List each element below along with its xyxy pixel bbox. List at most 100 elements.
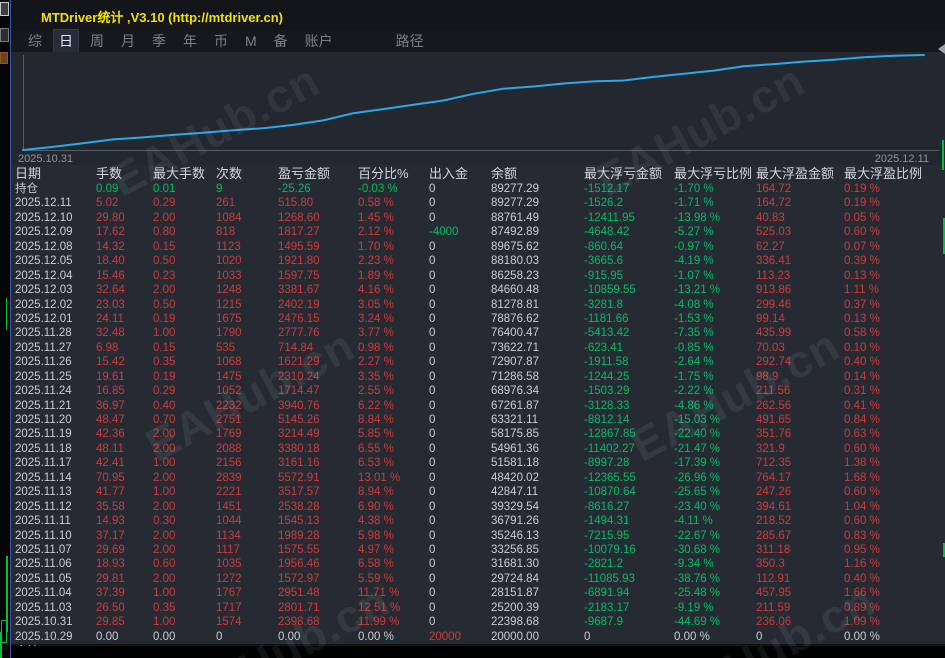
table-row[interactable]: 2025.12.08 14.32 0.15 1123 1495.59 1.70 % 0 896… xyxy=(11,240,945,254)
table-row[interactable]: 2025.11.11 14.93 0.30 1044 1545.13 4.38 % 0 367… xyxy=(11,514,945,528)
table-cell: 1574 xyxy=(216,616,242,629)
table-row[interactable]: 2025.12.11 5.02 0.29 261 515.80 0.58 % 0 89277.… xyxy=(11,196,945,210)
table-cell: 112.91 xyxy=(756,572,791,585)
table-cell: 2025.11.14 xyxy=(15,471,72,484)
table-cell: 78876.62 xyxy=(491,312,539,325)
table-cell: 2025.12.04 xyxy=(15,269,73,282)
table-cell: 1272 xyxy=(216,572,242,585)
table-cell: 2777.76 xyxy=(278,327,320,340)
table-row[interactable]: 2025.12.05 18.40 0.50 1020 1921.80 2.23 % 0 881… xyxy=(11,254,945,268)
table-row[interactable]: 2025.11.28 32.48 1.00 1790 2777.76 3.77 % 0 764… xyxy=(11,326,945,340)
table-row[interactable]: 持仓 0.09 0.01 9 -25.26 -0.03 % 0 89277.29 -1512.1… xyxy=(11,182,945,196)
table-cell: 0.15 xyxy=(153,240,176,253)
table-row[interactable]: 2025.11.25 19.61 0.19 1475 2310.24 3.35 % 0 712… xyxy=(11,370,945,384)
table-cell: 457.95 xyxy=(756,587,792,600)
menu-item-m[interactable]: M xyxy=(240,32,262,50)
table-cell: -22.40 % xyxy=(674,428,721,441)
table-cell: 1123 xyxy=(216,240,241,253)
table-cell: 0.19 xyxy=(153,370,176,383)
table-cell: 37.17 xyxy=(96,529,125,542)
table-row[interactable]: 2025.11.21 36.97 0.40 2232 3940.76 6.22 % 0 672… xyxy=(11,399,945,413)
table-cell: -1.70 % xyxy=(674,183,714,195)
menu-item-zong[interactable]: 综 xyxy=(23,30,47,52)
table-row[interactable]: 2025.11.06 18.93 0.60 1035 1956.46 6.58 % 0 316… xyxy=(11,557,945,571)
table-cell: -1.75 % xyxy=(674,370,714,383)
table-row[interactable]: 2025.11.26 15.42 0.35 1068 1621.29 2.27 % 0 729… xyxy=(11,355,945,369)
table-cell: -4.19 % xyxy=(674,255,714,268)
table-cell: 1545.13 xyxy=(278,515,320,528)
table-row[interactable]: 2025.12.10 29.80 2.00 1084 1268.60 1.45 % 0 887… xyxy=(11,211,945,225)
collapse-arrow-icon[interactable] xyxy=(938,44,945,54)
table-row[interactable]: 2025.11.12 35.58 2.00 1451 2538.28 6.90 % 0 393… xyxy=(11,500,945,514)
menu-item-yue[interactable]: 月 xyxy=(116,30,140,52)
table-cell: 1.45 % xyxy=(358,211,394,224)
table-row[interactable]: 2025.11.03 26.50 0.35 1717 2801.71 12.51 % 0 25… xyxy=(11,601,945,615)
menu-item-zhanghu[interactable]: 账户 xyxy=(300,30,338,52)
table-cell: 2310.24 xyxy=(278,370,320,383)
table-row[interactable]: 2025.11.20 48.47 0.70 2751 5145.26 8.84 % 0 633… xyxy=(11,413,945,427)
table-cell: 0 xyxy=(429,183,436,195)
table-cell: 5.02 xyxy=(96,197,119,210)
background-terminal-strip xyxy=(0,0,10,658)
table-row[interactable]: 2025.11.07 29.69 2.00 1117 1575.55 4.97 % 0 332… xyxy=(11,543,945,557)
menu-item-ji[interactable]: 季 xyxy=(147,30,171,52)
table-cell: -1911.58 xyxy=(584,356,629,369)
table-row[interactable]: 2025.12.02 23.03 0.50 1215 2402.19 3.05 % 0 812… xyxy=(11,298,945,312)
table-cell: 0.15 xyxy=(153,341,176,354)
table-row[interactable]: 2025.11.05 29.81 2.00 1272 1572.97 5.59 % 0 297… xyxy=(11,572,945,586)
table-cell: 最大浮盈比例 xyxy=(844,166,923,181)
table-cell: 1.09 % xyxy=(844,616,880,629)
table-cell: 5572.91 xyxy=(278,471,320,484)
table-cell: 2025.12.03 xyxy=(15,284,73,297)
table-cell: 88761.49 xyxy=(491,211,539,224)
table-row[interactable]: 2025.11.19 42.36 2.00 1769 3214.49 5.85 % 0 581… xyxy=(11,427,945,441)
table-row[interactable]: 2025.12.09 17.62 0.80 818 1817.27 2.12 % -4000… xyxy=(11,225,945,239)
table-cell: 98.9 xyxy=(756,370,779,383)
table-cell: -2.22 % xyxy=(674,385,714,398)
table-row[interactable]: 2025.11.18 48.11 2.00 2088 3380.18 6.55 % 0 549… xyxy=(11,442,945,456)
table-row[interactable]: 2025.11.24 16.85 0.29 1052 1714.47 2.55 % 0 689… xyxy=(11,384,945,398)
menu-item-bei[interactable]: 备 xyxy=(269,30,293,52)
table-cell: -13.98 % xyxy=(674,211,721,224)
table-cell: 89277.29 xyxy=(491,197,539,210)
table-cell: 29.69 xyxy=(96,543,125,556)
table-cell: 0.83 % xyxy=(844,529,880,542)
table-cell: 435.99 xyxy=(756,327,792,340)
table-cell: 1.00 xyxy=(153,486,176,499)
table-row[interactable]: 2025.10.31 29.85 1.00 1574 2398.68 11.99 % 0 22… xyxy=(11,615,945,629)
table-cell: 14.32 xyxy=(96,240,125,253)
menu-item-nian[interactable]: 年 xyxy=(178,30,202,52)
table-cell: 0.50 xyxy=(153,298,176,311)
table-cell: 3.24 % xyxy=(358,312,394,325)
table-row[interactable]: 2025.10.29 0.00 0.00 0 0.00 0.00 % 20000 20000.… xyxy=(11,630,945,644)
table-cell: -8812.14 xyxy=(584,414,630,426)
table-cell: 2.00 xyxy=(153,442,176,455)
table-row[interactable]: 2025.11.10 37.17 2.00 1134 1989.28 5.98 % 0 352… xyxy=(11,529,945,543)
table-cell: -38.76 % xyxy=(674,572,721,585)
table-cell: 262.56 xyxy=(756,399,792,412)
table-cell: 247.26 xyxy=(756,486,792,499)
table-row[interactable]: 2025.11.14 70.95 2.00 2839 5572.91 13.01 % 0 48… xyxy=(11,471,945,485)
table-row[interactable]: 2025.12.01 24.11 0.19 1675 2476.15 3.24 % 0 788… xyxy=(11,312,945,326)
table-cell: 88180.03 xyxy=(491,255,539,268)
table-cell: 2.23 % xyxy=(358,255,394,268)
table-cell: -1.71 % xyxy=(674,197,714,210)
table-row[interactable]: 2025.12.04 15.46 0.23 1033 1597.75 1.89 % 0 862… xyxy=(11,269,945,283)
table-cell: 手数 xyxy=(96,166,123,181)
table-cell: 1989.28 xyxy=(278,529,320,542)
table-row[interactable]: 2025.11.27 6.98 0.15 535 714.84 0.98 % 0 73622.… xyxy=(11,341,945,355)
table-row[interactable]: 2025.11.13 41.77 1.00 2221 3517.57 8.94 % 0 428… xyxy=(11,485,945,499)
menu-item-ri[interactable]: 日 xyxy=(53,29,79,53)
table-cell: -5.27 % xyxy=(674,226,714,239)
menu-item-bi[interactable]: 币 xyxy=(209,30,233,52)
table-cell: -10079.16 xyxy=(584,543,636,556)
menu-item-lujing[interactable]: 路径 xyxy=(391,30,429,52)
menu-item-zhou[interactable]: 周 xyxy=(85,30,109,52)
table-cell: 311.18 xyxy=(756,543,791,556)
table-row[interactable]: 2025.11.17 42.41 1.00 2156 3161.16 6.53 % 0 515… xyxy=(11,456,945,470)
table-cell: 0 xyxy=(216,630,223,643)
table-cell: 2025.12.05 xyxy=(15,255,73,268)
table-cell: 15.46 xyxy=(96,269,125,282)
table-row[interactable]: 2025.11.04 37.39 1.00 1767 2951.48 11.71 % 0 28… xyxy=(11,586,945,600)
table-row[interactable]: 2025.12.03 32.64 2.00 1248 3381.67 4.16 % 0 846… xyxy=(11,283,945,297)
